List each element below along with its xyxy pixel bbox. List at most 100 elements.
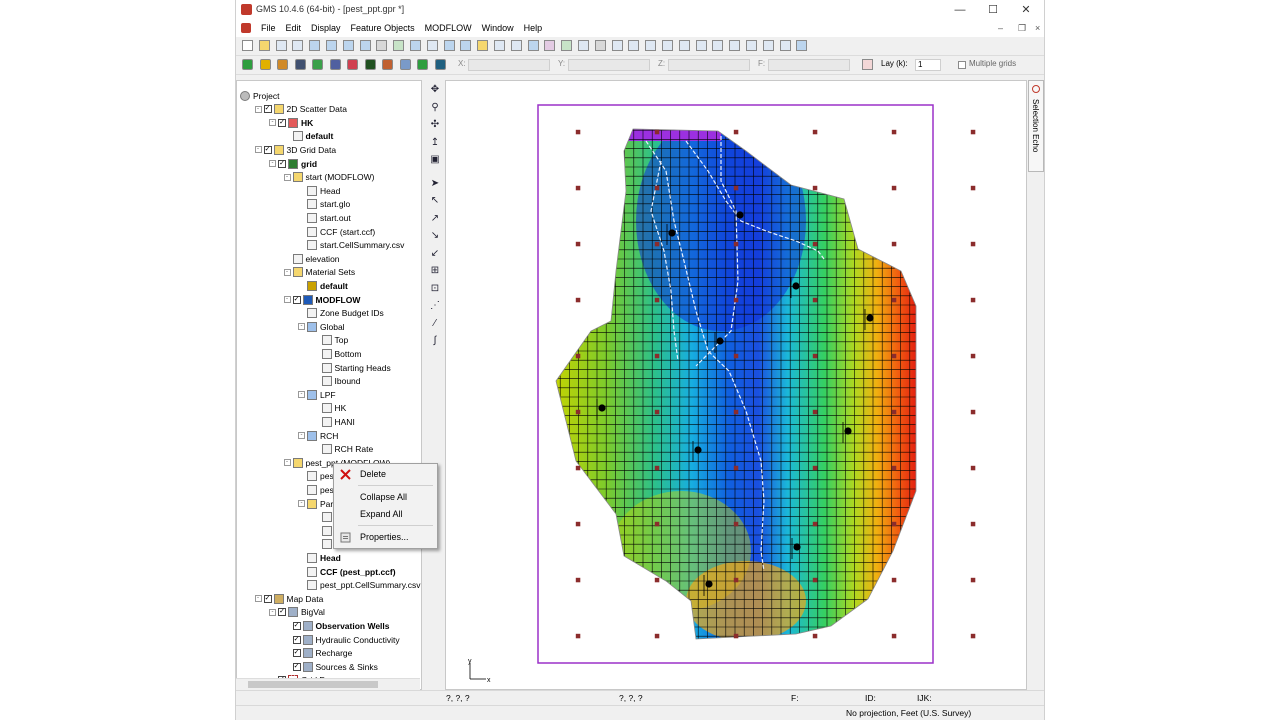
tin-icon[interactable]: [259, 59, 271, 70]
visibility-checkbox[interactable]: ✓: [292, 662, 301, 671]
pilot-point[interactable]: [812, 465, 818, 471]
pilot-point[interactable]: [733, 465, 739, 471]
menu-delete[interactable]: Delete: [360, 469, 386, 479]
tool-b-icon[interactable]: [678, 40, 690, 51]
close-button[interactable]: ✕: [1012, 2, 1040, 18]
pilot-point[interactable]: [733, 185, 739, 191]
observation-well[interactable]: [844, 427, 852, 435]
view-side-icon[interactable]: [342, 40, 354, 51]
gis-icon[interactable]: [434, 59, 446, 70]
pilot-point[interactable]: [575, 409, 581, 415]
observation-well[interactable]: [736, 211, 744, 219]
tree-item[interactable]: start.glo: [298, 198, 350, 211]
display-options-icon[interactable]: [443, 40, 455, 51]
expander-icon[interactable]: -: [283, 173, 291, 181]
pilot-point[interactable]: [970, 633, 976, 639]
pilot-point[interactable]: [970, 241, 976, 247]
rotate-icon[interactable]: [376, 40, 388, 51]
lighting-icon[interactable]: [527, 40, 539, 51]
pilot-point[interactable]: [733, 521, 739, 527]
visibility-checkbox[interactable]: ✓: [263, 594, 272, 603]
tree-item[interactable]: - ✓ grid: [269, 157, 317, 170]
select-2-icon[interactable]: [594, 40, 606, 51]
explorer-scrollbar[interactable]: [236, 678, 420, 690]
copy-icon[interactable]: [628, 40, 640, 51]
view-top-icon[interactable]: [326, 40, 337, 51]
pilot-point[interactable]: [654, 185, 660, 191]
pilot-point[interactable]: [812, 577, 818, 583]
observation-well[interactable]: [598, 404, 606, 412]
pilot-point[interactable]: [891, 409, 897, 415]
pilot-point[interactable]: [812, 297, 818, 303]
expander-icon[interactable]: -: [298, 323, 305, 331]
pilot-point[interactable]: [575, 185, 581, 191]
pilot-point[interactable]: [654, 353, 660, 359]
new-icon[interactable]: [242, 40, 253, 51]
mdi-minimize-icon[interactable]: –: [998, 23, 1003, 33]
expander-icon[interactable]: -: [283, 268, 291, 276]
select-tool-icon[interactable]: [399, 59, 411, 70]
expander-icon[interactable]: -: [269, 608, 276, 616]
menu-feature-objects[interactable]: Feature Objects: [346, 23, 420, 33]
pilot-point[interactable]: [970, 409, 976, 415]
menu-collapse-all[interactable]: Collapse All: [360, 492, 407, 502]
tree-item[interactable]: HK: [313, 402, 346, 415]
pilot-point[interactable]: [891, 185, 897, 191]
options-icon[interactable]: [510, 40, 522, 51]
tree-item[interactable]: - Global: [298, 320, 345, 333]
pilot-point[interactable]: [891, 353, 897, 359]
measure-tool-icon[interactable]: ⊞: [429, 265, 441, 277]
layer-toggle-icon[interactable]: [862, 59, 873, 70]
tree-item[interactable]: default: [284, 130, 333, 143]
tree-item[interactable]: start.out: [298, 211, 351, 224]
pilot-point[interactable]: [733, 129, 739, 135]
visibility-checkbox[interactable]: ✓: [263, 105, 272, 114]
maximize-button[interactable]: ☐: [979, 2, 1007, 18]
map-icon[interactable]: [382, 59, 393, 70]
tree-item[interactable]: - ✓ 2D Scatter Data: [254, 103, 347, 116]
visibility-checkbox[interactable]: ✓: [292, 635, 301, 644]
expander-icon[interactable]: -: [269, 160, 276, 167]
expander-icon[interactable]: -: [269, 119, 276, 127]
tree-item[interactable]: elevation: [284, 252, 340, 265]
tool-e-icon[interactable]: [729, 40, 741, 51]
tool-i-icon[interactable]: [796, 40, 808, 51]
pilot-point[interactable]: [970, 185, 976, 191]
z-coord-field[interactable]: [668, 59, 750, 71]
expander-icon[interactable]: -: [283, 459, 291, 467]
observation-well[interactable]: [792, 282, 800, 290]
expander-icon[interactable]: -: [254, 105, 262, 113]
print-icon[interactable]: [292, 40, 304, 51]
pilot-point[interactable]: [575, 577, 581, 583]
mesh-icon[interactable]: [329, 59, 341, 70]
gms-model-icon[interactable]: [242, 59, 253, 70]
tree-item[interactable]: HANI: [313, 415, 355, 428]
observation-well[interactable]: [866, 314, 874, 322]
tree-item[interactable]: - Material Sets: [283, 266, 355, 279]
tool-d-icon[interactable]: [712, 40, 724, 51]
menu-expand-all[interactable]: Expand All: [360, 509, 403, 519]
visibility-checkbox[interactable]: ✓: [278, 608, 286, 617]
visibility-checkbox[interactable]: ✓: [263, 145, 272, 154]
f-coord-field[interactable]: [768, 59, 850, 71]
tree-item[interactable]: Top: [313, 334, 348, 347]
pilot-point[interactable]: [812, 521, 818, 527]
refresh-icon[interactable]: [494, 40, 505, 51]
visibility-checkbox[interactable]: ✓: [292, 295, 301, 304]
pilot-point[interactable]: [654, 129, 660, 135]
visibility-checkbox[interactable]: ✓: [292, 621, 301, 630]
pilot-point[interactable]: [575, 465, 581, 471]
tree-item[interactable]: Head: [298, 551, 341, 564]
expander-icon[interactable]: -: [283, 296, 291, 303]
tree-item[interactable]: - start (MODFLOW): [283, 171, 374, 184]
tree-item[interactable]: - ✓ Map Data: [254, 592, 323, 605]
menu-display[interactable]: Display: [306, 23, 346, 33]
expander-icon[interactable]: -: [254, 595, 262, 603]
visibility-checkbox[interactable]: ✓: [278, 118, 286, 127]
layer-spinner[interactable]: 1: [915, 59, 941, 71]
select-1-icon[interactable]: [578, 40, 589, 51]
pan-tool-icon[interactable]: ✥: [429, 84, 441, 96]
pilot-point[interactable]: [575, 297, 581, 303]
scatter-2d-icon[interactable]: [347, 59, 358, 70]
line-tool-icon[interactable]: ⁄: [429, 318, 441, 330]
